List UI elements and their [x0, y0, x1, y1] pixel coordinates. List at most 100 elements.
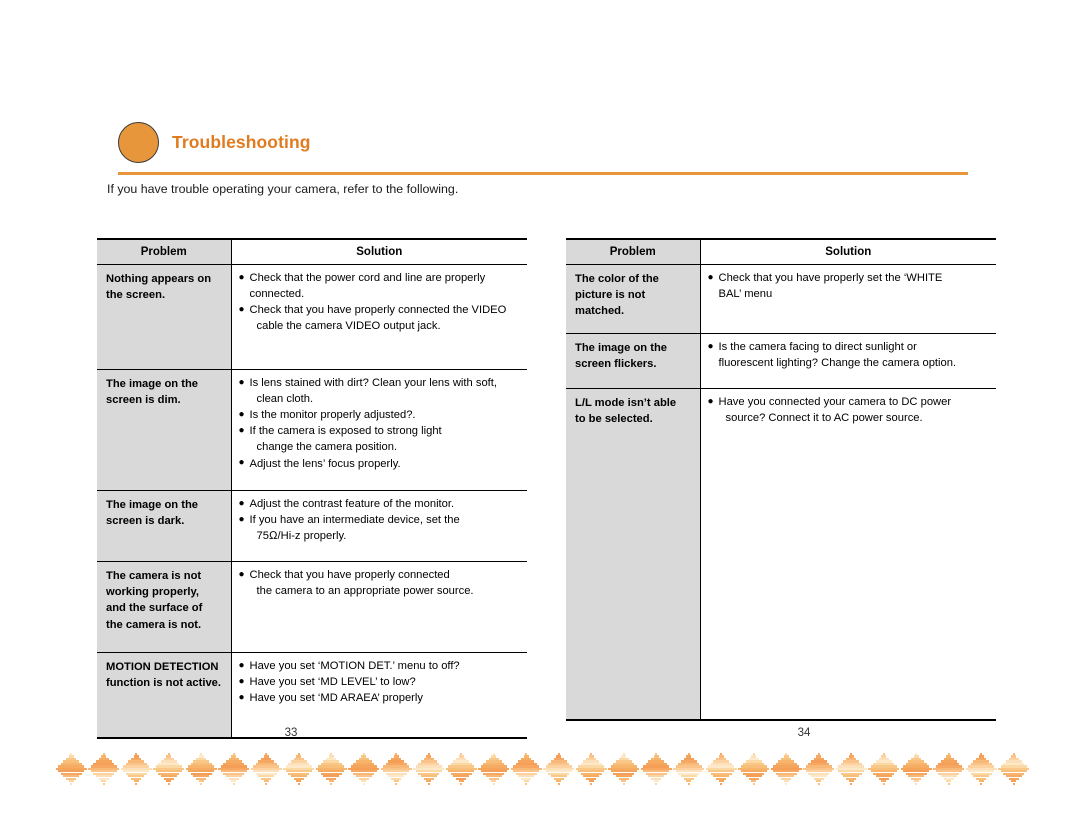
problem-line: function is not active. [106, 677, 221, 690]
bullet-icon: ● [238, 303, 245, 315]
solution-text: Check that the power cord and line are p… [249, 272, 486, 284]
problem-cell: MOTION DETECTION function is not active. [97, 652, 232, 739]
troubleshooting-table-left: Problem Solution Nothing appears on the s… [97, 238, 527, 739]
solution-bullet-line: ● Check that the power cord and line are … [238, 271, 522, 286]
diamond-ornament [543, 753, 576, 791]
diamond-ornament [608, 753, 641, 791]
diamond-stripe [687, 782, 690, 785]
diamond-ornament [315, 753, 348, 791]
solution-bullet-line: ● Adjust the lens’ focus properly. [239, 457, 522, 472]
table-header-row: Problem Solution [97, 238, 527, 265]
solution-continuation-line: clean cloth. [256, 393, 314, 406]
diamond-ornament [348, 753, 381, 791]
problem-cell: Nothing appears on the screen. [97, 264, 232, 370]
table-row: The color of the picture is not matched. ● C… [566, 264, 996, 334]
table-row: The image on the screen flickers. ● Is the … [566, 333, 996, 389]
diamond-ornament [510, 753, 543, 791]
solution-text: Have you set ‘MOTION DET.’ menu to off? [249, 660, 460, 672]
table-row: L/L mode isn’t able to be selected. ● Have … [566, 388, 996, 721]
problem-line: screen is dim. [106, 394, 181, 407]
solution-bullet-line: ● Is the camera facing to direct sunlight… [708, 340, 991, 355]
solution-continuation-line: fluorescent lighting? Change the camera … [718, 357, 957, 370]
solution-text: If the camera is exposed to strong light [249, 425, 442, 438]
solution-bullet-line: ● Have you connected your camera to DC po… [708, 395, 991, 410]
diamond-stripe [330, 782, 333, 785]
problem-line: matched. [575, 305, 625, 318]
diamond-ornament [738, 753, 771, 791]
diamond-stripe [882, 782, 885, 785]
problem-line: the screen. [106, 289, 166, 302]
table-row: Nothing appears on the screen. ● Check that… [97, 264, 527, 370]
solution-bullet-line: ● Check that you have properly connected … [238, 303, 522, 318]
intro-paragraph: If you have trouble operating your camer… [107, 182, 459, 196]
solution-cell: ● Have you connected your camera to DC po… [700, 388, 996, 721]
problem-line: and the surface of [106, 602, 203, 615]
diamond-stripe [785, 782, 788, 785]
diamond-stripe [525, 782, 528, 785]
diamond-stripe [70, 782, 73, 785]
diamond-ornament [835, 753, 868, 791]
solution-bullet-line: ● Adjust the contrast feature of the moni… [238, 497, 522, 512]
diamond-ornament [575, 753, 608, 791]
problem-line: The image on the [106, 378, 198, 390]
problem-line: the camera is not. [106, 618, 202, 631]
table-head-right: Problem Solution [566, 238, 996, 265]
table-row: The image on the screen is dim. ● Is lens s… [97, 369, 527, 491]
diamond-stripe [492, 782, 495, 785]
table-header-row: Problem Solution [566, 238, 996, 265]
problem-cell: The image on the screen flickers. [566, 333, 701, 389]
diamond-stripe [817, 782, 820, 785]
solution-text: If you have an intermediate device, set … [249, 514, 460, 527]
solution-cell: ● Adjust the contrast feature of the moni… [231, 490, 527, 562]
diamond-stripe [395, 782, 398, 785]
solution-bullet-line: ● Have you set ‘MOTION DET.’ menu to off? [238, 659, 522, 674]
problem-line: The camera is not [106, 570, 202, 582]
solution-text: Is the monitor properly adjusted?. [249, 409, 416, 422]
diamond-stripe [167, 782, 170, 785]
column-header-problem: Problem [97, 238, 232, 265]
problem-cell: The camera is not working properly, and th… [97, 561, 232, 653]
bullet-icon: ● [238, 675, 245, 687]
solution-bullet-line: ● Have you set ‘MD ARAEA’ properly [239, 691, 522, 706]
column-header-solution: Solution [700, 238, 996, 265]
diamond-stripe [752, 782, 755, 785]
column-header-solution: Solution [231, 238, 527, 265]
bullet-icon: ● [238, 568, 245, 580]
diamond-ornament [250, 753, 283, 791]
table-row: The image on the screen is dark. ● Adjust t… [97, 490, 527, 562]
heading-circle-ornament [118, 122, 159, 163]
solution-bullet-line: ● Check that you have properly set the ‘W… [707, 271, 991, 286]
problem-line: working properly, [106, 586, 200, 599]
solution-text: Have you set ‘MD ARAEA’ properly [249, 692, 423, 705]
problem-line: screen is dark. [106, 515, 185, 528]
solution-bullet-line: ● If you have an intermediate device, set… [239, 513, 522, 528]
solution-cell: ● Check that you have properly set the ‘W… [700, 264, 996, 334]
diamond-ornament [153, 753, 186, 791]
diamond-ornament [185, 753, 218, 791]
problem-line: Nothing appears on [106, 273, 212, 285]
solution-bullet-line: ● If the camera is exposed to strong ligh… [239, 424, 522, 439]
solution-cell: ● Check that the power cord and line are … [231, 264, 527, 370]
bullet-icon: ● [238, 497, 245, 509]
solution-continuation-line: connected. [249, 288, 305, 301]
solution-text: Is the camera facing to direct sunlight … [718, 341, 917, 353]
diamond-ornament [640, 753, 673, 791]
bullet-icon: ● [238, 271, 245, 283]
diamond-ornament [380, 753, 413, 791]
problem-cell: L/L mode isn’t able to be selected. [566, 388, 701, 721]
diamond-ornament [55, 753, 88, 791]
page-heading: Troubleshooting [118, 122, 968, 180]
solution-continuation-line: the camera to an appropriate power sourc… [256, 585, 474, 598]
bullet-icon: ● [707, 271, 714, 283]
problem-line: picture is not [575, 289, 646, 302]
diamond-stripe [720, 782, 723, 785]
diamond-ornament [445, 753, 478, 791]
solution-cell: ● Is the camera facing to direct sunlight… [700, 333, 996, 389]
diamond-ornament [770, 753, 803, 791]
diamond-stripe [297, 782, 300, 785]
column-header-problem: Problem [566, 238, 701, 265]
problem-line: screen flickers. [575, 358, 657, 371]
solution-text: Adjust the lens’ focus properly. [249, 457, 401, 470]
diamond-ornament [283, 753, 316, 791]
bullet-icon: ● [238, 659, 245, 671]
